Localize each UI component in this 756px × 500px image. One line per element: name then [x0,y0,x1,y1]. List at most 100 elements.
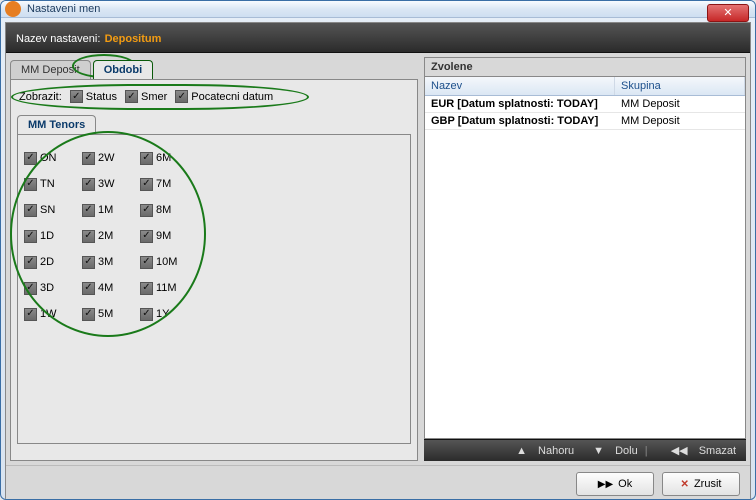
cell-nazev: GBP [Datum splatnosti: TODAY] [425,113,615,129]
checkbox-status[interactable]: Status [70,90,117,103]
list-controls: ▲ Nahoru ▼ Dolu | ◀◀ Smazat [424,439,746,461]
check-icon [175,90,188,103]
dialog-window: Nastaveni men ✕ Nazev nastaveni: Deposit… [0,0,756,500]
check-icon [82,308,95,321]
check-icon [82,152,95,165]
tenor-label: 1M [98,204,113,216]
tenor-6m[interactable]: 6M [140,145,198,171]
tenor-11m[interactable]: 11M [140,275,198,301]
tenor-3d[interactable]: 3D [24,275,82,301]
tenor-label: 2M [98,230,113,242]
close-button[interactable]: ✕ [707,4,749,22]
tenor-label: 3D [40,282,54,294]
tenor-9m[interactable]: 9M [140,223,198,249]
tenor-2w[interactable]: 2W [82,145,140,171]
tenors-panel: ON 2W6M TN 3W 7M SN 1M 8M 1D 2M 9M 2D 3M 10M 3D 4M 11M 1W… [17,134,411,444]
play-icon: ▶▶ [598,479,613,490]
sub-tabs: MM Tenors [17,115,411,134]
tenor-1d[interactable]: 1D [24,223,82,249]
tenor-on[interactable]: ON [24,145,82,171]
tab-mm-tenors[interactable]: MM Tenors [17,115,96,134]
check-icon [24,204,37,217]
tenor-1y[interactable]: 1Y [140,301,198,327]
ok-button[interactable]: ▶▶ Ok [576,472,654,496]
tenor-3m[interactable]: 3M [82,249,140,275]
tenor-label: 11M [156,282,177,294]
tenor-3w[interactable]: 3W [82,171,140,197]
tenor-2d[interactable]: 2D [24,249,82,275]
tenor-1m[interactable]: 1M [82,197,140,223]
tenor-5m[interactable]: 5M [82,301,140,327]
content-area: MM Deposit Obdobi Zobrazit: Status Smer … [6,53,750,465]
tenor-label: 1Y [156,308,169,320]
cell-skupina: MM Deposit [615,113,745,129]
table-row[interactable]: EUR [Datum splatnosti: TODAY]MM Deposit [425,96,745,113]
check-icon [24,178,37,191]
tenor-label: 8M [156,204,171,216]
tab-obdobi[interactable]: Obdobi [93,60,154,79]
check-icon [24,230,37,243]
tenor-label: 10M [156,256,177,268]
down-icon: ▼ [593,445,604,457]
cell-skupina: MM Deposit [615,96,745,112]
ok-label: Ok [618,478,632,490]
tenor-label: 5M [98,308,113,320]
tenor-label: 4M [98,282,113,294]
check-icon [140,256,153,269]
main-tabs: MM Deposit Obdobi [10,57,418,79]
checkbox-smer[interactable]: Smer [125,90,167,103]
zvolene-title: Zvolene [424,57,746,76]
separator: | [645,445,648,457]
tenor-label: 1D [40,230,54,242]
check-icon [24,282,37,295]
check-icon [140,204,153,217]
check-icon [24,152,37,165]
settings-label: Nazev nastaveni: [16,33,100,45]
tenor-label: 9M [156,230,171,242]
check-icon [125,90,138,103]
tenor-tn[interactable]: TN [24,171,82,197]
check-icon [82,282,95,295]
tenor-2m[interactable]: 2M [82,223,140,249]
tenor-label: TN [40,178,55,190]
table-header: Nazev Skupina [425,77,745,96]
cancel-label: Zrusit [694,478,722,490]
zobrazit-label: Zobrazit: [19,91,62,103]
app-icon [5,1,21,17]
titlebar: Nastaveni men ✕ [1,1,755,18]
delete-button[interactable]: ◀◀ Smazat [663,445,736,457]
settings-header: Nazev nastaveni: Depositum [6,23,750,53]
dialog-body: Nazev nastaveni: Depositum MM Deposit Ob… [5,22,751,500]
check-icon [140,308,153,321]
obdobi-panel: Zobrazit: Status Smer Pocatecni datum MM… [10,79,418,461]
move-up-button[interactable]: ▲ Nahoru [508,445,574,457]
dialog-footer: ▶▶ Ok ✕ Zrusit [6,465,750,500]
column-skupina[interactable]: Skupina [615,77,745,95]
cancel-button[interactable]: ✕ Zrusit [662,472,740,496]
tenor-1w[interactable]: 1W [24,301,82,327]
column-nazev[interactable]: Nazev [425,77,615,95]
check-icon [82,256,95,269]
check-icon [24,308,37,321]
tenor-7m[interactable]: 7M [140,171,198,197]
tenor-10m[interactable]: 10M [140,249,198,275]
up-icon: ▲ [516,445,527,457]
tenor-sn[interactable]: SN [24,197,82,223]
zvolene-table: Nazev Skupina EUR [Datum splatnosti: TOD… [424,76,746,439]
move-down-button[interactable]: ▼ Dolu [585,445,638,457]
check-icon [82,230,95,243]
tab-mm-deposit[interactable]: MM Deposit [10,60,91,79]
tenor-label: SN [40,204,55,216]
checkbox-pocatecni-datum[interactable]: Pocatecni datum [175,90,273,103]
tenor-label: ON [40,152,57,164]
tenor-8m[interactable]: 8M [140,197,198,223]
check-icon [140,152,153,165]
table-row[interactable]: GBP [Datum splatnosti: TODAY]MM Deposit [425,113,745,130]
tenor-4m[interactable]: 4M [82,275,140,301]
tenor-label: 3M [98,256,113,268]
tenor-label: 7M [156,178,171,190]
cell-nazev: EUR [Datum splatnosti: TODAY] [425,96,615,112]
check-icon [24,256,37,269]
rewind-icon: ◀◀ [671,445,688,457]
check-icon [70,90,83,103]
